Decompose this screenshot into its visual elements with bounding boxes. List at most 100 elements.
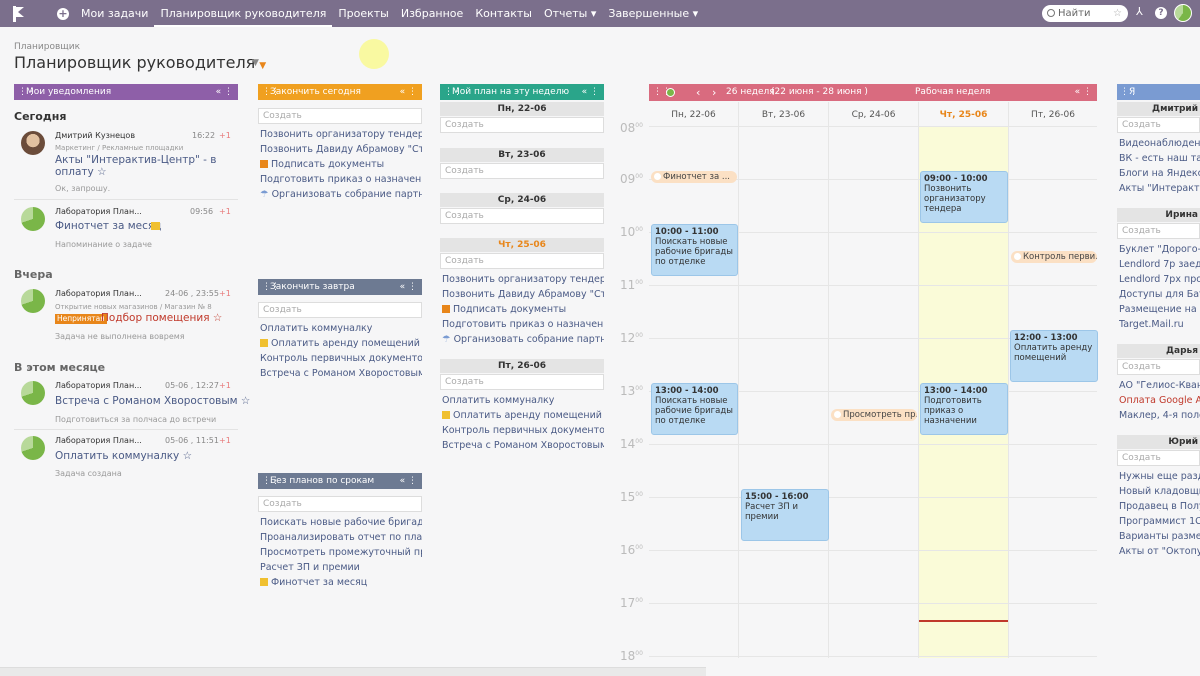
create-input[interactable]: Создать (258, 302, 422, 318)
task-item[interactable]: Подписать документы (442, 304, 604, 315)
drag-handle-icon[interactable]: ⋮⋮ (262, 279, 280, 295)
task-item[interactable]: Контроль первичных документов (260, 353, 422, 364)
create-input[interactable]: Создать (440, 117, 604, 133)
task-item[interactable]: ☂ Организовать собрание партне... (260, 189, 422, 200)
user-avatar[interactable] (1174, 4, 1192, 22)
collapse-icon[interactable]: « ⋮ (400, 279, 417, 295)
notif-title[interactable]: Оплатить коммуналку ☆ (55, 450, 192, 462)
collapse-icon[interactable]: « ⋮ (216, 84, 233, 100)
task-item[interactable]: Подготовить приказ о назначении (442, 319, 604, 330)
notif-title-cont[interactable]: оплату ☆ (55, 166, 107, 178)
avatar[interactable] (666, 88, 675, 97)
view-mode[interactable]: Рабочая неделя (915, 84, 990, 101)
task-item[interactable]: АО "Гелиос-Кванта (1119, 380, 1200, 391)
collapse-icon[interactable]: « ⋮ (400, 473, 417, 489)
task-item[interactable]: Подготовить приказ о назначении (260, 174, 422, 185)
drag-handle-icon[interactable]: ⋮⋮ (444, 84, 462, 100)
create-input[interactable]: Создать (440, 253, 604, 269)
task-item[interactable]: Target.Mail.ru (1119, 319, 1200, 330)
filter-icon[interactable]: ▼ (252, 58, 259, 68)
page-title[interactable]: Планировщик руководителя ▼ (14, 53, 266, 72)
breadcrumb[interactable]: Планировщик (14, 42, 80, 52)
nav-contacts[interactable]: Контакты (469, 0, 538, 27)
calendar-pill[interactable]: Просмотреть пр... (831, 409, 917, 421)
notif-title[interactable]: Акты "Интерактив-Центр" - в (55, 154, 217, 166)
calendar-pill[interactable]: Финотчет за ... (651, 171, 737, 183)
task-item[interactable]: Lendlord 7р заедае (1119, 259, 1200, 270)
task-item[interactable]: Позвонить Давиду Абрамову "Стр... (442, 289, 604, 300)
flag-logo-icon[interactable] (13, 5, 27, 22)
help-icon[interactable]: ? (1155, 7, 1167, 19)
task-item[interactable]: Оплатить аренду помещений (442, 410, 604, 421)
horizontal-scrollbar[interactable] (0, 667, 706, 676)
task-item[interactable]: Поискать новые рабочие бригады ... (260, 517, 422, 528)
task-item-overdue[interactable]: Оплата Google Adv (1119, 395, 1200, 406)
task-item[interactable]: Видеонаблюдение (1119, 138, 1200, 149)
task-item[interactable]: Программист 1С (1119, 516, 1200, 527)
collapse-icon[interactable]: « ⋮ (1075, 84, 1092, 101)
task-item[interactable]: Продавец в Полуст (1119, 501, 1200, 512)
task-item[interactable]: ВК - есть наш тарг (1119, 153, 1200, 164)
nav-projects[interactable]: Проекты (332, 0, 395, 27)
create-input[interactable]: Создать (440, 163, 604, 179)
task-item[interactable]: Расчет ЗП и премии (260, 562, 422, 573)
collapse-icon[interactable]: « ⋮ (400, 84, 417, 100)
create-input[interactable]: Создать (440, 208, 604, 224)
drag-handle-icon[interactable]: ⋮⋮ (262, 84, 280, 100)
task-item[interactable]: ☂ Организовать собрание партне... (442, 334, 604, 345)
notif-title[interactable]: Подбор помещения ☆ (101, 312, 222, 324)
calendar-pill[interactable]: Контроль перви... (1011, 251, 1097, 263)
drag-handle-icon[interactable]: ⋮⋮ (18, 84, 36, 100)
chevron-right-icon[interactable]: › (712, 84, 716, 101)
drag-handle-icon[interactable]: ⋮⋮ (262, 473, 280, 489)
calendar-event[interactable]: 13:00 - 14:00 Поискать новые рабочие бриг… (651, 383, 738, 435)
task-item[interactable]: Оплатить коммуналку (442, 395, 604, 406)
task-item[interactable]: Позвонить Давиду Абрамову "Стр... (260, 144, 422, 155)
task-item[interactable]: Варианты размещ (1119, 531, 1200, 542)
notif-title[interactable]: Встреча с Романом Хворостовым ☆ (55, 395, 250, 407)
create-input[interactable]: Создать (1117, 450, 1200, 466)
nav-manager-planner[interactable]: Планировщик руководителя (154, 0, 333, 27)
star-icon[interactable]: ☆ (1113, 5, 1122, 22)
create-input[interactable]: Создать (258, 108, 422, 124)
task-item[interactable]: Оплатить коммуналку (260, 323, 422, 334)
person-icon[interactable]: ⅄ (1136, 5, 1143, 18)
create-input[interactable]: Создать (1117, 117, 1200, 133)
task-item[interactable]: Акты от "Октопус- (1119, 546, 1200, 557)
task-item[interactable]: Размещение на бо (1119, 304, 1200, 315)
chevron-down-icon[interactable]: ▼ (259, 61, 266, 71)
task-item[interactable]: Контроль первичных документов (442, 425, 604, 436)
nav-favorites[interactable]: Избранное (395, 0, 469, 27)
task-item[interactable]: Встреча с Романом Хворостовым (442, 440, 604, 451)
calendar-event[interactable]: 13:00 - 14:00 Подготовить приказ о назнач… (920, 383, 1008, 435)
chevron-left-icon[interactable]: ‹ (696, 84, 700, 101)
calendar-event[interactable]: 15:00 - 16:00 Расчет ЗП и премии (741, 489, 829, 541)
task-item[interactable]: Нужны еще раздат (1119, 471, 1200, 482)
nav-reports[interactable]: Отчеты ▾ (538, 0, 602, 27)
task-item[interactable]: Финотчет за месяц (260, 577, 422, 588)
task-item[interactable]: Lendlord 7рх пробл (1119, 274, 1200, 285)
task-item[interactable]: Доступы для Баты (1119, 289, 1200, 300)
calendar-event[interactable]: 10:00 - 11:00 Поискать новые рабочие бриг… (651, 224, 738, 276)
drag-handle-icon[interactable]: ⋮⋮ (1120, 84, 1138, 100)
task-item[interactable]: Позвонить организатору тендера (442, 274, 604, 285)
nav-completed[interactable]: Завершенные ▾ (602, 0, 704, 27)
search-input[interactable]: Найти ☆ (1042, 5, 1128, 22)
task-item[interactable]: Маклер, 4-я полос (1119, 410, 1200, 421)
task-item[interactable]: Акты "Интерактив (1119, 183, 1200, 194)
notif-title[interactable]: Финотчет за месяц (55, 220, 161, 232)
create-input[interactable]: Создать (1117, 223, 1200, 239)
task-item[interactable]: Блоги на Яндекс.Д (1119, 168, 1200, 179)
calendar-event[interactable]: 09:00 - 10:00 Позвонить организатору тенд… (920, 171, 1008, 223)
create-input[interactable]: Создать (258, 496, 422, 512)
task-item[interactable]: Просмотреть промежуточный про... (260, 547, 422, 558)
task-item[interactable]: Позвонить организатору тендера (260, 129, 422, 140)
task-item[interactable]: Буклет "Дорого-Бо (1119, 244, 1200, 255)
nav-my-tasks[interactable]: Мои задачи (75, 0, 154, 27)
task-item[interactable]: Оплатить аренду помещений (260, 338, 422, 349)
add-icon[interactable]: + (57, 7, 69, 20)
create-input[interactable]: Создать (1117, 359, 1200, 375)
task-item[interactable]: Новый кладовщик (1119, 486, 1200, 497)
create-input[interactable]: Создать (440, 374, 604, 390)
calendar-event[interactable]: 12:00 - 13:00 Оплатить аренду помещений (1010, 330, 1098, 382)
